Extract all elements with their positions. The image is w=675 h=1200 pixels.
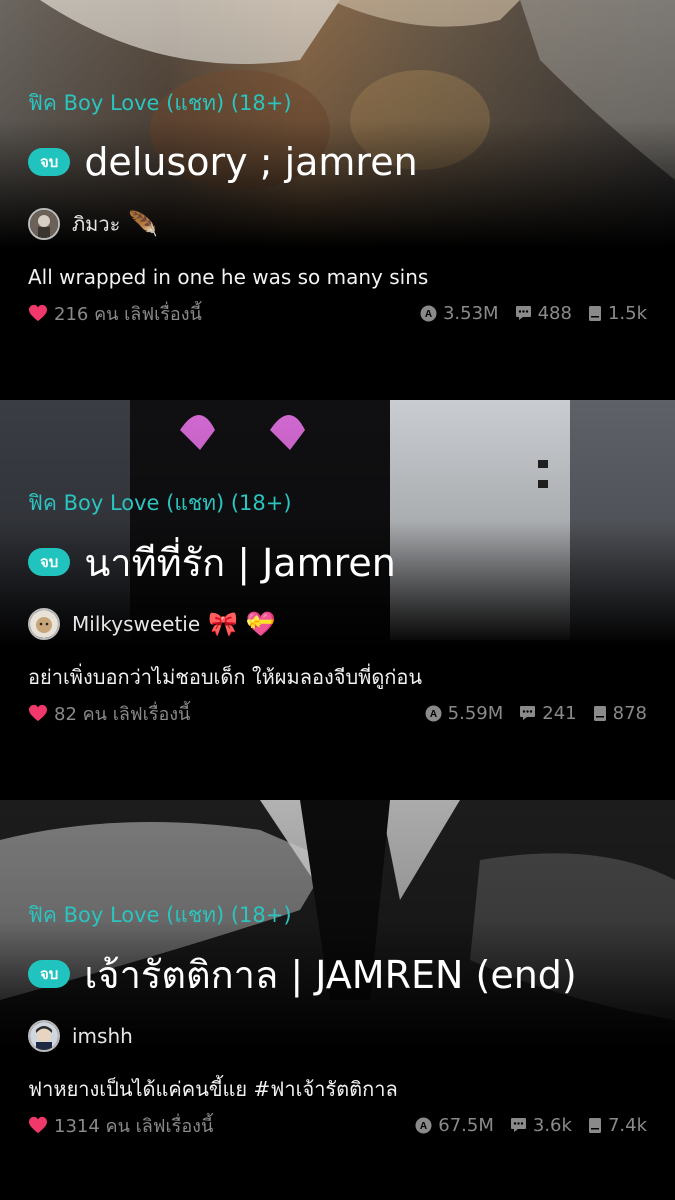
comments-stat: 488: [515, 303, 572, 324]
book-icon: [593, 705, 606, 721]
chapters-stat: 7.4k: [588, 1115, 647, 1136]
likes-count: 216 คน เลิฟเรื่องนี้: [28, 299, 202, 328]
ribbon-gift-icon: 🎀 💝: [208, 610, 276, 638]
likes-count: 82 คน เลิฟเรื่องนี้: [28, 699, 190, 728]
status-badge: จบ: [28, 960, 71, 988]
heart-icon: [29, 304, 47, 322]
chapters-stat: 878: [593, 703, 647, 724]
comments-stat: 241: [519, 703, 577, 724]
author-name[interactable]: Milkysweetie: [72, 612, 200, 636]
svg-text:A: A: [430, 709, 437, 720]
story-card[interactable]: ฟิค Boy Love (แชท) (18+) จบ นาทีที่รัก |…: [0, 400, 675, 800]
book-icon: [588, 1117, 601, 1133]
status-badge: จบ: [28, 148, 71, 176]
heart-icon: [29, 704, 47, 722]
story-card[interactable]: ฟิค Boy Love (แชท) (18+) จบ เจ้ารัตติกาล…: [0, 800, 675, 1200]
author-name[interactable]: ภิมวะ: [72, 208, 120, 240]
story-card[interactable]: ฟิค Boy Love (แชท) (18+) จบ delusory ; j…: [0, 0, 675, 400]
likes-label: 1314 คน เลิฟเรื่องนี้: [54, 1115, 214, 1137]
chapters-stat: 1.5k: [588, 303, 647, 324]
story-description: All wrapped in one he was so many sins: [28, 265, 429, 289]
story-description: อย่าเพิ่งบอกว่าไม่ชอบเด็ก ให้ผมลองจีบพี่…: [28, 665, 423, 689]
status-badge: จบ: [28, 548, 71, 576]
story-description: ฟาหยางเป็นได้แค่คนขี้แย #ฟาเจ้ารัตติกาล: [28, 1077, 398, 1101]
story-title[interactable]: เจ้ารัตติกาล | JAMREN (end): [84, 944, 576, 1005]
views-stat: A 5.59M: [425, 703, 503, 724]
avatar[interactable]: [28, 608, 60, 640]
views-icon: A: [420, 305, 437, 321]
avatar[interactable]: [28, 208, 60, 240]
story-title[interactable]: นาทีที่รัก | Jamren: [84, 532, 396, 593]
views-stat: A 3.53M: [420, 303, 499, 324]
story-title[interactable]: delusory ; jamren: [84, 140, 417, 184]
feather-icon: 🪶: [128, 210, 159, 238]
avatar[interactable]: [28, 1020, 60, 1052]
views-icon: A: [425, 705, 442, 721]
views-stat: A 67.5M: [415, 1115, 494, 1136]
comment-icon: [520, 706, 536, 720]
story-list: ฟิค Boy Love (แชท) (18+) จบ delusory ; j…: [0, 0, 675, 1200]
comment-icon: [510, 1118, 526, 1132]
comment-icon: [515, 306, 531, 320]
comments-stat: 3.6k: [510, 1115, 572, 1136]
story-category[interactable]: ฟิค Boy Love (แชท) (18+): [28, 88, 647, 118]
story-category[interactable]: ฟิค Boy Love (แชท) (18+): [28, 900, 647, 930]
likes-label: 216 คน เลิฟเรื่องนี้: [54, 303, 202, 325]
likes-label: 82 คน เลิฟเรื่องนี้: [54, 703, 191, 725]
likes-count: 1314 คน เลิฟเรื่องนี้: [28, 1111, 213, 1140]
author-name[interactable]: imshh: [72, 1024, 133, 1048]
views-icon: A: [415, 1117, 432, 1133]
heart-icon: [29, 1116, 47, 1134]
svg-text:A: A: [420, 1121, 427, 1132]
book-icon: [588, 305, 601, 321]
svg-text:A: A: [425, 309, 432, 320]
story-category[interactable]: ฟิค Boy Love (แชท) (18+): [28, 488, 647, 518]
